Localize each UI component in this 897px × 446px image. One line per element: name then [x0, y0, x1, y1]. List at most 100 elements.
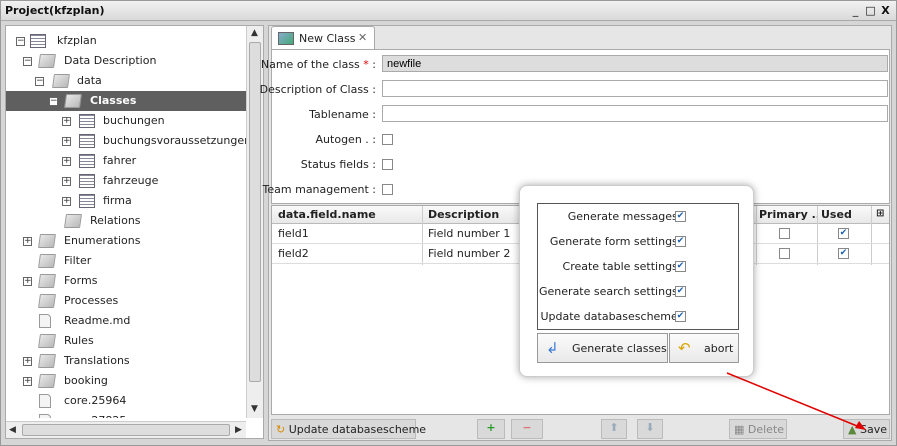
- table-icon: [79, 174, 95, 188]
- expand-icon[interactable]: +: [62, 137, 71, 146]
- tree-node[interactable]: − Classes: [6, 91, 246, 111]
- autogen-label: Autogen . :: [315, 133, 376, 146]
- close-icon[interactable]: X: [879, 4, 892, 17]
- expand-icon[interactable]: +: [62, 157, 71, 166]
- tree-node[interactable]: − kfzplan: [6, 31, 246, 51]
- status-fields-checkbox[interactable]: [382, 159, 393, 170]
- minimize-icon[interactable]: _: [849, 4, 862, 17]
- primary-checkbox[interactable]: [779, 228, 790, 239]
- remove-row-button[interactable]: −: [511, 419, 543, 439]
- expand-icon[interactable]: +: [23, 237, 32, 246]
- expand-icon[interactable]: +: [62, 197, 71, 206]
- collapse-icon[interactable]: −: [49, 97, 58, 106]
- tree-node[interactable]: Filter: [6, 251, 246, 271]
- tree-node[interactable]: + Forms: [6, 271, 246, 291]
- status-fields-label: Status fields :: [300, 158, 376, 171]
- tree-node[interactable]: + Translations: [6, 351, 246, 371]
- add-row-button[interactable]: +: [477, 419, 505, 439]
- generate-classes-button[interactable]: ↲ Generate classes: [537, 333, 668, 363]
- field-description-cell: Field number 1: [428, 227, 511, 240]
- team-management-label: Team management :: [262, 183, 376, 196]
- tab-close-icon[interactable]: ✕: [358, 31, 367, 44]
- tree-node[interactable]: Processes: [6, 291, 246, 311]
- scroll-up-icon[interactable]: ▲: [251, 28, 258, 38]
- tree-horizontal-scrollbar[interactable]: ◀ ▶: [6, 421, 246, 438]
- tree-node[interactable]: + buchungsvoraussetzungen: [6, 131, 246, 151]
- doc-icon: [39, 394, 51, 408]
- tree-node[interactable]: + buchungen: [6, 111, 246, 131]
- option-checkbox[interactable]: ✔: [675, 211, 686, 222]
- option-checkbox[interactable]: ✔: [675, 261, 686, 272]
- team-management-checkbox[interactable]: [382, 184, 393, 195]
- window-title: Project(kfzplan): [5, 4, 105, 17]
- tree-node-label: Readme.md: [64, 314, 131, 327]
- collapse-icon[interactable]: −: [35, 77, 44, 86]
- tree-node[interactable]: core.27825: [6, 411, 246, 418]
- folder-icon: [38, 374, 56, 388]
- column-header-used[interactable]: Used: [821, 208, 861, 221]
- doc-icon: [39, 414, 51, 418]
- option-checkbox[interactable]: ✔: [675, 286, 686, 297]
- return-arrow-icon: ↲: [546, 339, 559, 357]
- move-up-button[interactable]: ⬆: [601, 419, 627, 439]
- description-input[interactable]: [382, 80, 888, 97]
- class-form: Name of the class * : Description of Cla…: [260, 49, 890, 204]
- delete-button[interactable]: ▦ Delete: [729, 419, 787, 439]
- tree-node[interactable]: + booking: [6, 371, 246, 391]
- expand-icon[interactable]: +: [23, 377, 32, 386]
- collapse-icon[interactable]: −: [23, 57, 32, 66]
- autogen-checkbox[interactable]: [382, 134, 393, 145]
- tree-node[interactable]: core.25964: [6, 391, 246, 411]
- column-menu-icon[interactable]: ⊞: [876, 208, 884, 219]
- expand-icon[interactable]: +: [62, 117, 71, 126]
- tree-node-label: kfzplan: [57, 34, 97, 47]
- abort-button[interactable]: ↶ abort: [669, 333, 739, 363]
- name-label: Name of the class * :: [260, 58, 376, 71]
- tree-node[interactable]: + firma: [6, 191, 246, 211]
- folder-icon: [52, 74, 70, 88]
- option-checkbox[interactable]: ✔: [675, 311, 686, 322]
- project-tree-panel: − kfzplan − Data Description − data − Classes + b…: [5, 25, 264, 439]
- tree-node[interactable]: Relations: [6, 211, 246, 231]
- tab-new-class[interactable]: New Class ✕: [271, 26, 375, 49]
- expand-icon[interactable]: +: [62, 177, 71, 186]
- scroll-right-icon[interactable]: ▶: [235, 425, 242, 435]
- tablename-input[interactable]: [382, 105, 888, 122]
- maximize-icon[interactable]: □: [864, 4, 877, 17]
- save-button[interactable]: ▲ Save: [843, 419, 890, 439]
- column-header-primary[interactable]: Primary ...: [759, 208, 817, 221]
- tree-node-label: Enumerations: [64, 234, 141, 247]
- scroll-left-icon[interactable]: ◀: [9, 425, 16, 435]
- tree-node[interactable]: Rules: [6, 331, 246, 351]
- option-label: Create table settings :: [562, 260, 685, 273]
- tree-node-label: Data Description: [64, 54, 157, 67]
- option-label: Generate search settings :: [539, 285, 685, 298]
- used-checkbox[interactable]: ✔: [838, 248, 849, 259]
- column-header-name[interactable]: data.field.name: [278, 208, 418, 221]
- folder-icon: [38, 294, 56, 308]
- expand-icon[interactable]: +: [23, 277, 32, 286]
- tree-node-label: buchungsvoraussetzungen: [103, 134, 246, 147]
- tree-node[interactable]: − Data Description: [6, 51, 246, 71]
- scrollbar-thumb[interactable]: [22, 424, 230, 436]
- generation-options: Generate messages : ✔ Generate form settin…: [537, 203, 739, 330]
- move-down-button[interactable]: ⬇: [637, 419, 663, 439]
- tree-node-label: data: [77, 74, 102, 87]
- tree-node[interactable]: + Enumerations: [6, 231, 246, 251]
- tree-node-label: Rules: [64, 334, 94, 347]
- option-checkbox[interactable]: ✔: [675, 236, 686, 247]
- tree-node[interactable]: + fahrer: [6, 151, 246, 171]
- used-checkbox[interactable]: ✔: [838, 228, 849, 239]
- class-name-input[interactable]: [382, 55, 888, 72]
- tree-node[interactable]: Readme.md: [6, 311, 246, 331]
- primary-checkbox[interactable]: [779, 248, 790, 259]
- expand-icon[interactable]: +: [23, 357, 32, 366]
- scroll-down-icon[interactable]: ▼: [251, 404, 258, 414]
- update-databasescheme-button[interactable]: ↻ Update databasescheme: [271, 419, 426, 439]
- tree-node[interactable]: + fahrzeuge: [6, 171, 246, 191]
- tree-node-label: Translations: [64, 354, 130, 367]
- undo-icon: ↶: [678, 339, 691, 357]
- tree-node[interactable]: − data: [6, 71, 246, 91]
- collapse-icon[interactable]: −: [16, 37, 25, 46]
- column-header-description[interactable]: Description: [428, 208, 528, 221]
